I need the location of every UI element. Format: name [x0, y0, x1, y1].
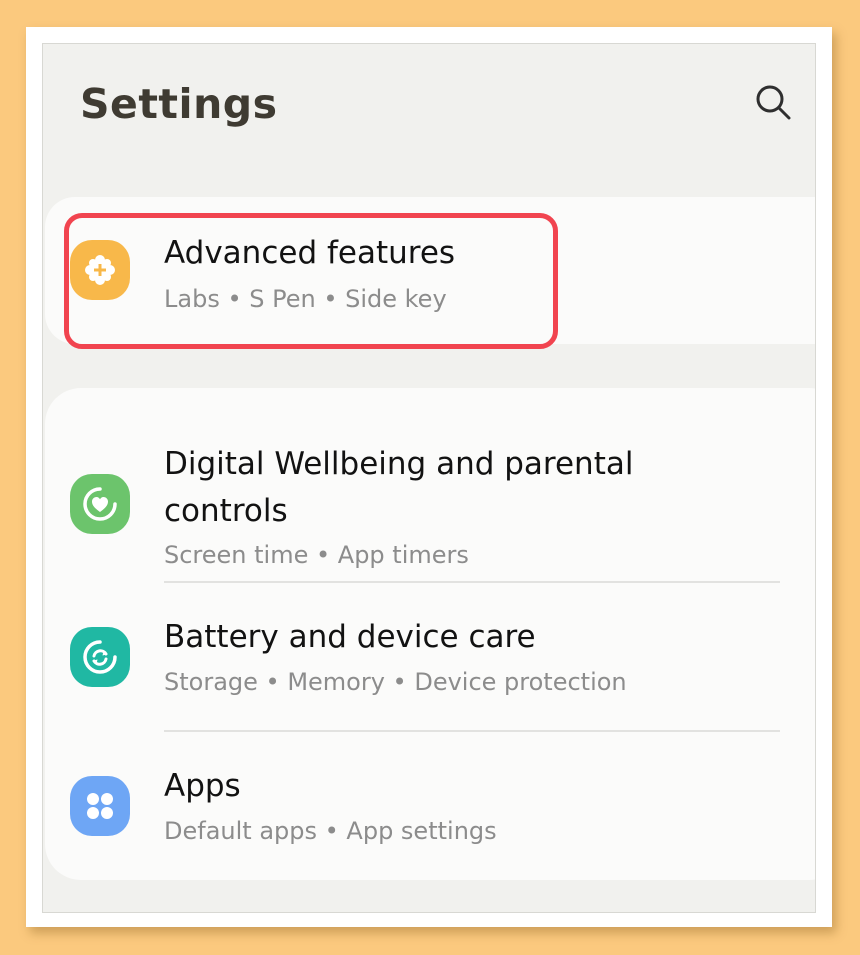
screenshot-frame: Settings Advanced features Labs • S Pen …: [26, 27, 832, 927]
digital-wellbeing-subtitle: Screen time • App timers: [164, 541, 469, 569]
settings-item-apps[interactable]: Apps Default apps • App settings: [45, 733, 815, 879]
settings-item-digital-wellbeing[interactable]: Digital Wellbeing and parental controls …: [45, 408, 815, 578]
page-title: Settings: [80, 80, 278, 128]
wellbeing-heart-icon: [70, 474, 130, 534]
digital-wellbeing-title-line1: Digital Wellbeing and parental: [164, 446, 634, 482]
settings-screen: Settings Advanced features Labs • S Pen …: [42, 43, 816, 913]
apps-title: Apps: [164, 768, 241, 804]
battery-device-care-subtitle: Storage • Memory • Device protection: [164, 668, 627, 696]
digital-wellbeing-title-line2: controls: [164, 493, 288, 529]
divider: [164, 581, 780, 583]
apps-subtitle: Default apps • App settings: [164, 817, 497, 845]
divider: [164, 730, 780, 732]
search-icon: [756, 85, 791, 120]
device-care-icon: [70, 627, 130, 687]
battery-device-care-title: Battery and device care: [164, 619, 536, 655]
apps-grid-icon: [70, 776, 130, 836]
settings-item-battery-device-care[interactable]: Battery and device care Storage • Memory…: [45, 584, 815, 730]
settings-list-card: Digital Wellbeing and parental controls …: [45, 388, 815, 880]
search-button[interactable]: [751, 80, 795, 124]
highlight-box: [64, 213, 558, 349]
